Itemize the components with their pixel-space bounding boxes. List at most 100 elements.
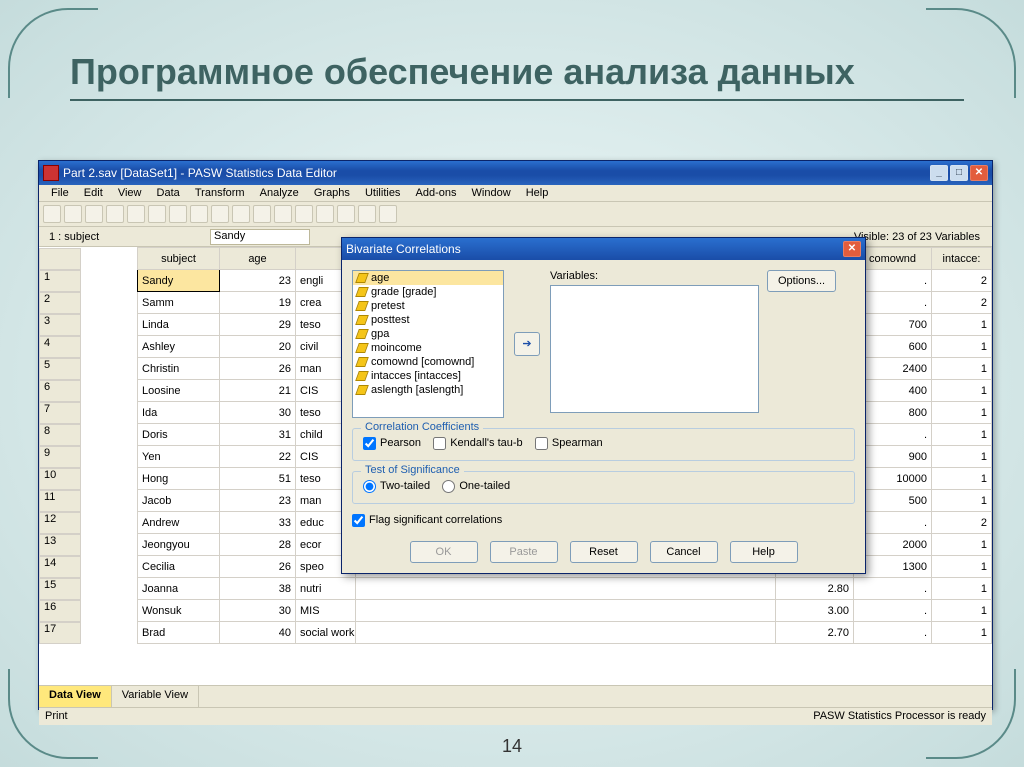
row-header[interactable]: 3	[39, 314, 81, 336]
row-header[interactable]: 6	[39, 380, 81, 402]
slide-title: Программное обеспечение анализа данных	[70, 50, 964, 101]
close-button[interactable]: ✕	[970, 165, 988, 181]
toolbar-button[interactable]	[85, 205, 103, 223]
reset-button[interactable]: Reset	[570, 541, 638, 563]
row-header[interactable]: 5	[39, 358, 81, 380]
toolbar-button[interactable]	[358, 205, 376, 223]
menu-utilities[interactable]: Utilities	[359, 185, 406, 201]
target-variable-list[interactable]	[550, 285, 759, 413]
list-item[interactable]: gpa	[353, 327, 503, 341]
radio-one-tailed[interactable]: One-tailed	[442, 480, 510, 492]
title-bar[interactable]: Part 2.sav [DataSet1] - PASW Statistics …	[39, 161, 992, 185]
list-item[interactable]: pretest	[353, 299, 503, 313]
menu-data[interactable]: Data	[151, 185, 186, 201]
options-button[interactable]: Options...	[767, 270, 836, 292]
menu-view[interactable]: View	[112, 185, 148, 201]
row-header[interactable]: 7	[39, 402, 81, 424]
row-header[interactable]: 1	[39, 270, 81, 292]
table-row[interactable]: 17Brad40social work2.70.1	[39, 622, 992, 644]
toolbar-button[interactable]	[148, 205, 166, 223]
checkbox-spearman[interactable]: Spearman	[535, 437, 603, 449]
checkbox-kendall[interactable]: Kendall's tau-b	[433, 437, 522, 449]
scale-icon	[355, 329, 369, 339]
radio-two-tailed[interactable]: Two-tailed	[363, 480, 430, 492]
toolbar	[39, 202, 992, 227]
maximize-button[interactable]: □	[950, 165, 968, 181]
list-item[interactable]: moincome	[353, 341, 503, 355]
checkbox-pearson[interactable]: Pearson	[363, 437, 421, 449]
row-header[interactable]: 13	[39, 534, 81, 556]
paste-button[interactable]: Paste	[490, 541, 558, 563]
row-header[interactable]: 2	[39, 292, 81, 314]
scale-icon	[355, 301, 369, 311]
menu-transform[interactable]: Transform	[189, 185, 251, 201]
menu-bar: File Edit View Data Transform Analyze Gr…	[39, 185, 992, 202]
move-right-button[interactable]: ➔	[514, 332, 540, 356]
pearson-checkbox[interactable]	[363, 437, 376, 450]
dialog-bivariate: Bivariate Correlations ✕ agegrade [grade…	[341, 237, 866, 574]
flag-checkbox[interactable]	[352, 514, 365, 527]
toolbar-button[interactable]	[106, 205, 124, 223]
help-button[interactable]: Help	[730, 541, 798, 563]
column-header[interactable]: intacce:	[932, 248, 992, 270]
list-item[interactable]: aslength [aslength]	[353, 383, 503, 397]
toolbar-button[interactable]	[211, 205, 229, 223]
row-header[interactable]: 8	[39, 424, 81, 446]
scale-icon	[355, 287, 369, 297]
row-header[interactable]: 15	[39, 578, 81, 600]
checkbox-flag[interactable]: Flag significant correlations	[352, 514, 502, 526]
toolbar-button[interactable]	[274, 205, 292, 223]
dialog-titlebar[interactable]: Bivariate Correlations ✕	[342, 238, 865, 260]
row-header[interactable]: 11	[39, 490, 81, 512]
row-header[interactable]: 9	[39, 446, 81, 468]
menu-analyze[interactable]: Analyze	[254, 185, 305, 201]
cancel-button[interactable]: Cancel	[650, 541, 718, 563]
menu-addons[interactable]: Add-ons	[410, 185, 463, 201]
row-header[interactable]: 12	[39, 512, 81, 534]
scale-icon	[355, 315, 369, 325]
dialog-close-button[interactable]: ✕	[843, 241, 861, 257]
toolbar-button[interactable]	[43, 205, 61, 223]
two-tailed-radio[interactable]	[363, 480, 376, 493]
one-tailed-radio[interactable]	[442, 480, 455, 493]
toolbar-button[interactable]	[232, 205, 250, 223]
toolbar-button[interactable]	[316, 205, 334, 223]
toolbar-button[interactable]	[169, 205, 187, 223]
list-item[interactable]: comownd [comownd]	[353, 355, 503, 369]
column-header[interactable]: age	[220, 248, 296, 270]
list-item[interactable]: posttest	[353, 313, 503, 327]
ok-button[interactable]: OK	[410, 541, 478, 563]
column-header[interactable]: subject	[138, 248, 220, 270]
menu-edit[interactable]: Edit	[78, 185, 109, 201]
spearman-checkbox[interactable]	[535, 437, 548, 450]
row-header[interactable]: 17	[39, 622, 81, 644]
list-item[interactable]: intacces [intacces]	[353, 369, 503, 383]
row-header[interactable]: 4	[39, 336, 81, 358]
menu-window[interactable]: Window	[466, 185, 517, 201]
kendall-checkbox[interactable]	[433, 437, 446, 450]
toolbar-button[interactable]	[64, 205, 82, 223]
tab-variable-view[interactable]: Variable View	[112, 686, 199, 707]
toolbar-button[interactable]	[127, 205, 145, 223]
cell-value[interactable]: Sandy	[210, 229, 310, 245]
menu-graphs[interactable]: Graphs	[308, 185, 356, 201]
row-header[interactable]: 16	[39, 600, 81, 622]
minimize-button[interactable]: _	[930, 165, 948, 181]
tab-data-view[interactable]: Data View	[39, 686, 112, 707]
row-header[interactable]: 10	[39, 468, 81, 490]
toolbar-button[interactable]	[337, 205, 355, 223]
menu-help[interactable]: Help	[520, 185, 555, 201]
app-window: Part 2.sav [DataSet1] - PASW Statistics …	[38, 160, 993, 710]
list-item[interactable]: grade [grade]	[353, 285, 503, 299]
table-row[interactable]: 16Wonsuk30MIS3.00.1	[39, 600, 992, 622]
toolbar-button[interactable]	[379, 205, 397, 223]
toolbar-button[interactable]	[190, 205, 208, 223]
list-item[interactable]: age	[353, 271, 503, 285]
row-header[interactable]: 14	[39, 556, 81, 578]
table-row[interactable]: 15Joanna38nutri2.80.1	[39, 578, 992, 600]
source-variable-list[interactable]: agegrade [grade]pretestposttestgpamoinco…	[352, 270, 504, 418]
toolbar-button[interactable]	[295, 205, 313, 223]
toolbar-button[interactable]	[253, 205, 271, 223]
menu-file[interactable]: File	[45, 185, 75, 201]
group-coefficients: Correlation Coefficients Pearson Kendall…	[352, 428, 855, 461]
